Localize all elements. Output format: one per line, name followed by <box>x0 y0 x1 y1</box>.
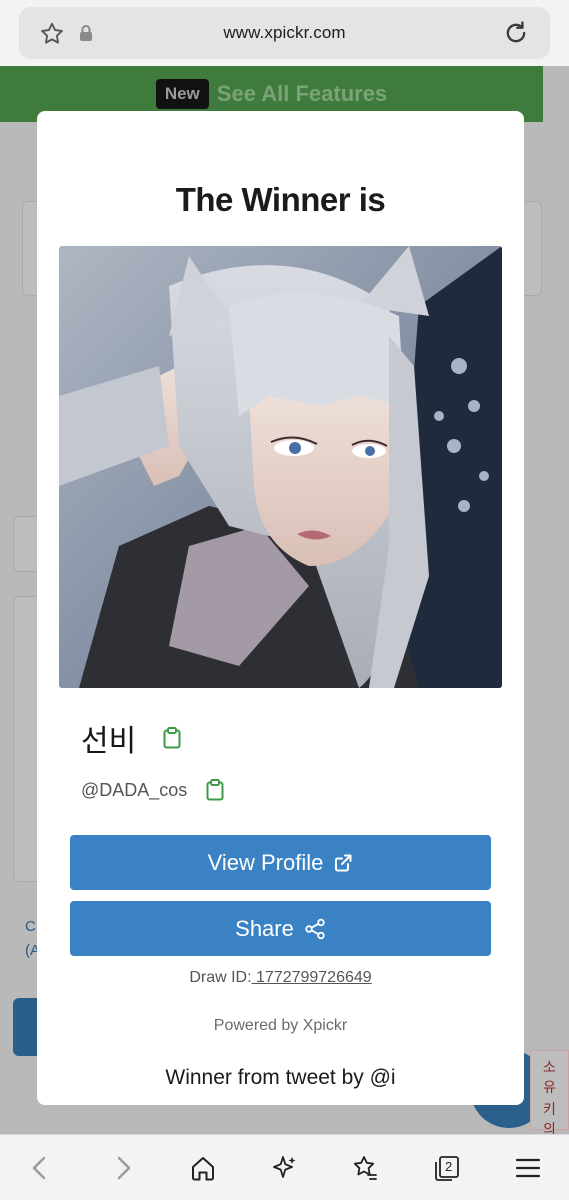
forward-icon[interactable] <box>108 1153 138 1183</box>
menu-icon[interactable] <box>513 1153 543 1183</box>
winner-handle: @DADA_cos <box>81 779 188 800</box>
draw-id-label: Draw ID: <box>189 969 252 986</box>
floating-notice: 소유 키의 <box>530 1050 569 1137</box>
new-badge: New <box>155 79 209 109</box>
draw-id-row: Draw ID: 1772799726649 <box>37 969 524 987</box>
share-icon <box>305 918 325 939</box>
draw-id-link[interactable]: 1772799726649 <box>252 969 372 986</box>
clipboard-icon[interactable] <box>162 727 182 749</box>
winner-name-row: 선비 <box>81 716 182 760</box>
lock-icon <box>80 25 92 41</box>
view-profile-button[interactable]: View Profile <box>70 835 491 890</box>
share-label: Share <box>235 915 294 941</box>
tabs-button[interactable]: 2 <box>432 1153 462 1183</box>
address-bar[interactable]: www.xpickr.com <box>19 7 550 59</box>
reload-icon[interactable] <box>502 19 530 47</box>
browser-top-bar: www.xpickr.com <box>0 0 569 66</box>
banner-text[interactable]: See All Features <box>217 81 387 107</box>
star-icon[interactable] <box>38 20 66 48</box>
winner-handle-row: @DADA_cos <box>81 779 225 801</box>
winner-photo-illustration <box>59 246 502 688</box>
tab-count: 2 <box>445 1159 453 1174</box>
back-icon[interactable] <box>25 1153 55 1183</box>
notice-text: 키의 <box>543 1101 556 1137</box>
external-link-icon <box>335 854 352 871</box>
winner-name: 선비 <box>81 725 137 758</box>
powered-by: Powered by Xpickr <box>213 1017 348 1034</box>
winner-photo <box>59 246 502 688</box>
notice-text: 소유 <box>543 1059 556 1095</box>
url-text[interactable]: www.xpickr.com <box>19 23 550 43</box>
view-profile-label: View Profile <box>207 849 324 875</box>
browser-bottom-toolbar: 2 <box>0 1134 569 1200</box>
winner-from-tweet: Winner from tweet by @i <box>165 1066 396 1089</box>
sparkle-icon[interactable] <box>269 1153 299 1183</box>
winner-modal: The Winner is 선비 @DADA_cos View Profile … <box>37 111 524 1105</box>
clipboard-icon[interactable] <box>205 779 225 801</box>
modal-title: The Winner is <box>175 181 386 218</box>
home-icon[interactable] <box>188 1153 218 1183</box>
share-button[interactable]: Share <box>70 901 491 956</box>
bookmarks-icon[interactable] <box>350 1153 380 1183</box>
background-text: C <box>25 918 36 935</box>
